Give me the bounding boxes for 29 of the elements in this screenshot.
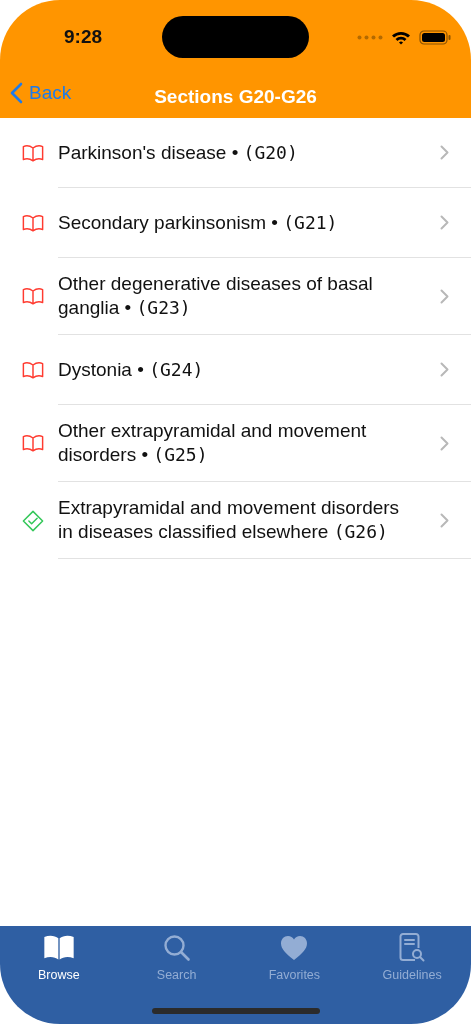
section-title[interactable]: Other degenerative diseases of basal ganglia • (G23)	[58, 272, 418, 320]
back-chevron-icon	[10, 82, 23, 104]
book-icon	[22, 143, 44, 163]
chevron-icon	[440, 215, 449, 230]
search-icon	[162, 934, 191, 962]
wifi-icon	[391, 29, 411, 45]
section-title[interactable]: Dystonia • (G24)	[58, 357, 418, 382]
book-icon	[22, 287, 44, 306]
screen-title: Sections G20-G26	[154, 86, 317, 108]
chevron-icon	[440, 362, 449, 377]
signal-icon	[357, 34, 383, 40]
section-title[interactable]: Other extrapyramidal and movement disorders • (G25)	[58, 419, 418, 467]
status-time: 9:28	[64, 26, 104, 48]
check-diamond-icon	[22, 509, 44, 532]
book-icon	[22, 213, 44, 233]
chevron-icon	[440, 512, 449, 528]
section-title[interactable]: Secondary parkinsonism • (G21)	[58, 210, 418, 235]
heart-icon	[280, 935, 309, 961]
chevron-icon	[440, 145, 449, 160]
section-title[interactable]: Extrapyramidal and movement disorders in diseases classified elsewhere (G26)	[58, 496, 418, 544]
chevron-icon	[440, 435, 449, 451]
book-icon	[42, 934, 75, 962]
battery-icon	[419, 29, 451, 45]
document-search-icon	[399, 933, 426, 963]
section-title[interactable]: Parkinson's disease • (G20)	[58, 140, 418, 165]
book-icon	[22, 434, 44, 453]
tab[interactable]: Browse	[0, 932, 118, 982]
chevron-icon	[440, 288, 449, 304]
book-icon	[22, 360, 44, 380]
